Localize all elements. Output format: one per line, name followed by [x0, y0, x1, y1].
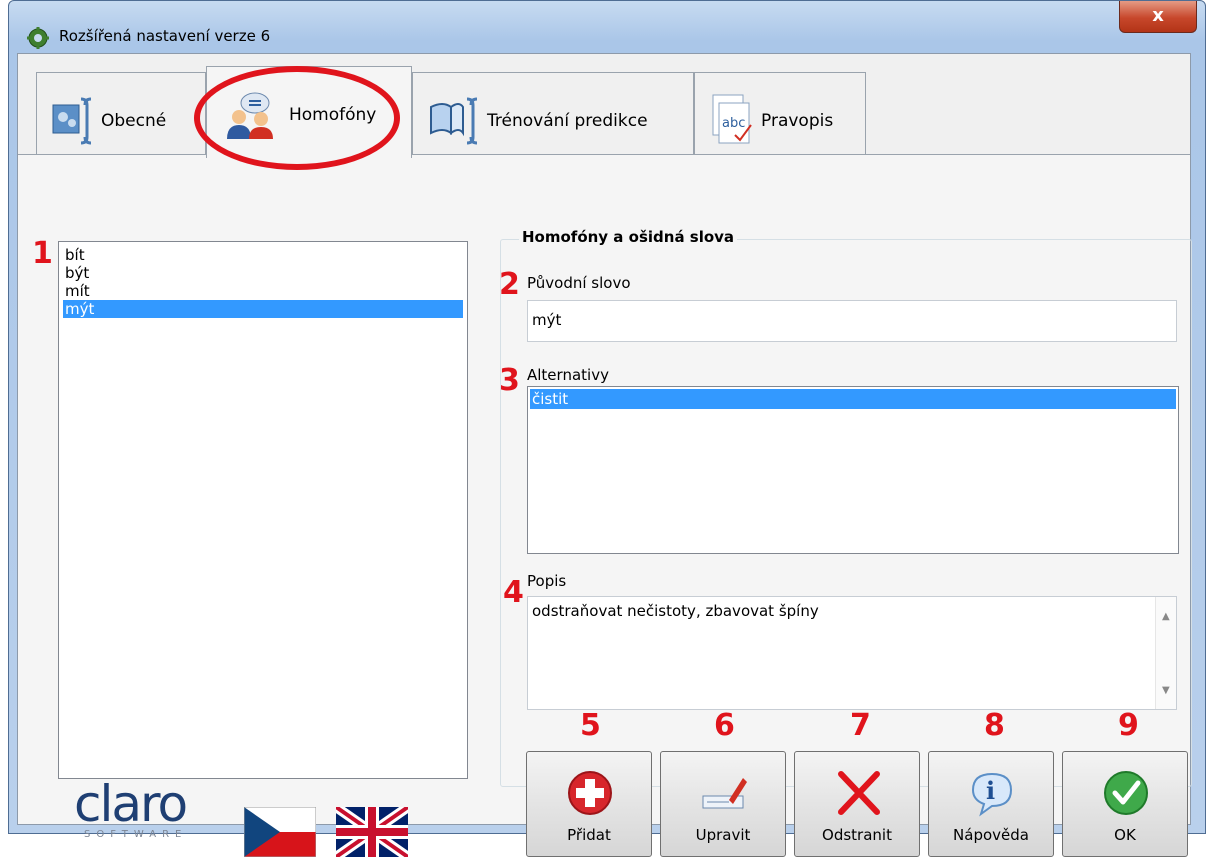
remove-button[interactable]: Odstranit	[794, 751, 920, 857]
scroll-up-arrow-icon[interactable]: ▲	[1162, 607, 1170, 627]
list-item[interactable]: mít	[63, 282, 463, 300]
description-text: odstraňovat nečistoty, zbavovat špíny	[532, 602, 819, 620]
annotation-9: 9	[1118, 708, 1139, 743]
edit-pen-icon	[702, 778, 747, 809]
original-word-input[interactable]: mýt	[527, 300, 1177, 342]
add-button-label: Přidat	[567, 826, 611, 844]
uk-flag-icon[interactable]	[336, 807, 408, 857]
ok-button[interactable]: OK	[1062, 751, 1188, 857]
list-item[interactable]: být	[63, 264, 463, 282]
title-bar: Rozšířená nastavení verze 6 x	[9, 1, 1205, 53]
list-item[interactable]: bít	[63, 246, 463, 264]
checkmark-icon	[1104, 771, 1148, 815]
tab-trenovani-predikce[interactable]: Trénování predikce	[412, 72, 694, 156]
annotation-5: 5	[580, 708, 601, 743]
scroll-down-arrow-icon[interactable]: ▼	[1162, 681, 1170, 701]
gear-icon	[27, 27, 49, 49]
remove-button-label: Odstranit	[822, 826, 892, 844]
dialog-window: Rozšířená nastavení verze 6 x Obecné Hom…	[8, 0, 1206, 857]
highlight-oval	[194, 66, 400, 170]
add-button[interactable]: Přidat	[526, 751, 652, 857]
logo-text: claro	[74, 775, 188, 833]
annotation-1: 1	[32, 236, 53, 271]
svg-text:abc: abc	[722, 116, 745, 131]
plus-icon	[568, 771, 612, 815]
delete-x-icon	[838, 771, 880, 815]
close-button[interactable]: x	[1119, 1, 1197, 33]
book-icon	[430, 97, 478, 145]
group-title: Homofóny a ošidná slova	[519, 228, 738, 246]
annotation-2: 2	[499, 267, 520, 302]
tab-pravopis[interactable]: abc Pravopis	[694, 72, 866, 156]
homophones-group: Homofóny a ošidná slova 2 Původní slovo …	[499, 228, 1192, 787]
description-textarea[interactable]: odstraňovat nečistoty, zbavovat špíny ▲ …	[527, 596, 1177, 710]
list-item-selected[interactable]: čistit	[530, 389, 1176, 409]
annotation-4: 4	[503, 575, 524, 610]
claro-logo: claro SOFTWARE	[74, 775, 188, 840]
info-icon: i	[971, 772, 1013, 817]
tab-label: Pravopis	[761, 111, 834, 131]
edit-button[interactable]: Upravit	[660, 751, 786, 857]
window-title: Rozšířená nastavení verze 6	[59, 27, 271, 45]
tab-label: Obecné	[101, 111, 167, 131]
help-button-label: Nápověda	[953, 826, 1029, 844]
description-label: Popis	[527, 572, 567, 590]
tab-label: Trénování predikce	[487, 111, 648, 131]
help-button[interactable]: i Nápověda	[928, 751, 1054, 857]
ok-button-label: OK	[1114, 826, 1136, 844]
czech-flag-icon[interactable]	[244, 807, 316, 857]
annotation-6: 6	[714, 708, 735, 743]
original-word-label: Původní slovo	[527, 274, 631, 292]
tab-panel-homofony: 1 bít být mít mýt Homofóny a ošidná slov…	[18, 154, 1192, 857]
annotation-3: 3	[499, 363, 520, 398]
spellcheck-icon: abc	[712, 94, 752, 144]
svg-text:i: i	[986, 776, 995, 805]
dialog-body: Obecné Homofóny Trénování predikce abc P…	[17, 53, 1192, 857]
settings-icon	[52, 97, 92, 145]
annotation-8: 8	[984, 708, 1005, 743]
logo-subtext: SOFTWARE	[84, 829, 188, 840]
edit-button-label: Upravit	[695, 826, 751, 844]
alternatives-list[interactable]: čistit	[527, 386, 1179, 554]
list-item-selected[interactable]: mýt	[63, 300, 463, 318]
description-scrollbar[interactable]: ▲ ▼	[1155, 597, 1176, 709]
annotation-7: 7	[850, 708, 871, 743]
tab-obecne[interactable]: Obecné	[36, 72, 206, 156]
homophone-word-list[interactable]: bít být mít mýt	[58, 241, 468, 779]
alternatives-label: Alternativy	[527, 366, 609, 384]
